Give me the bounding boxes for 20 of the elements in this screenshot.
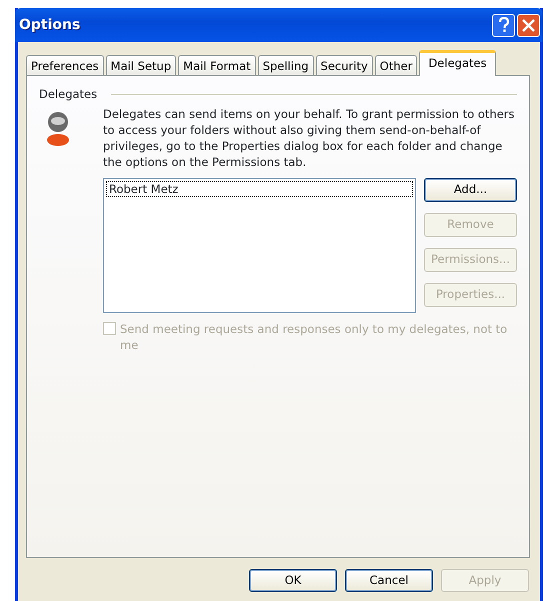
dialog-button[interactable]: Add... xyxy=(424,178,517,202)
list-item[interactable]: Robert Metz xyxy=(106,181,413,197)
question-mark-icon xyxy=(498,17,510,33)
tab[interactable]: Mail Format xyxy=(178,55,256,75)
close-button[interactable] xyxy=(517,14,540,36)
tab[interactable]: Spelling xyxy=(258,55,314,75)
tab[interactable]: Delegates xyxy=(419,50,496,76)
help-button[interactable] xyxy=(492,14,515,36)
group-label: Delegates xyxy=(39,86,98,102)
description-text: Delegates can send items on your behalf. To grant permission to others to access your folders without also giving them send-on-behalf-of privileges, go to the Properties dialog box for each folder and change the options on the Permissions tab. xyxy=(103,106,516,170)
tab[interactable]: Security xyxy=(316,55,373,75)
dialog-button[interactable]: OK xyxy=(249,569,337,592)
checkbox-label: Send meeting requests and responses only to my delegates, not to me xyxy=(120,321,508,353)
delegates-list[interactable]: Robert Metz xyxy=(103,178,416,313)
tab[interactable]: Other xyxy=(374,55,418,75)
tab[interactable]: Preferences xyxy=(26,55,104,75)
dialog-button[interactable]: Cancel xyxy=(345,569,433,592)
window-title: Options xyxy=(19,16,82,34)
tab[interactable]: Mail Setup xyxy=(106,55,176,75)
close-icon xyxy=(522,18,535,32)
